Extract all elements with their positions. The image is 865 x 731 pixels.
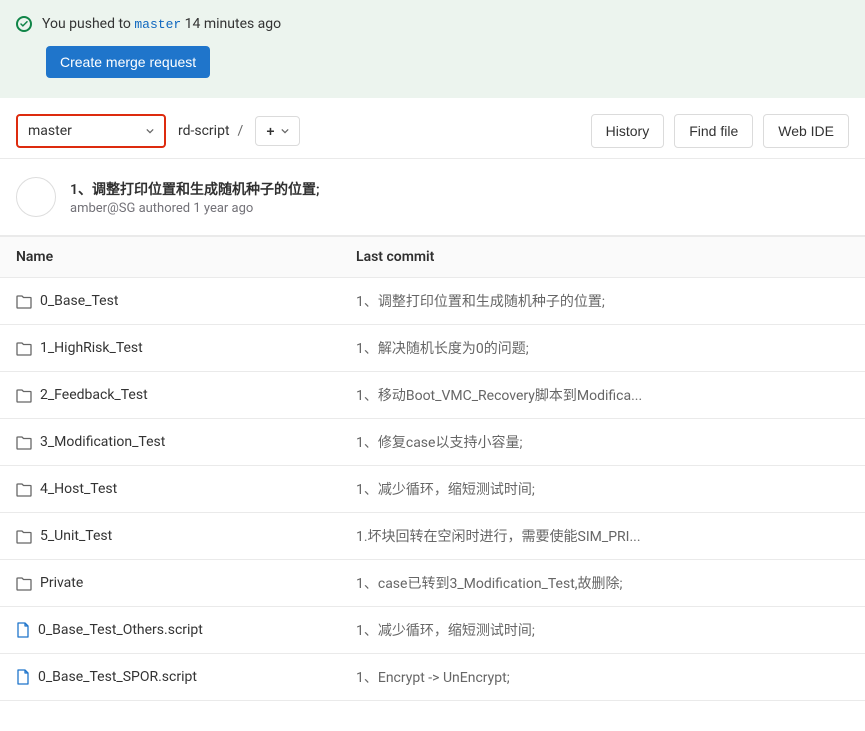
- file-name[interactable]: 5_Unit_Test: [40, 528, 112, 544]
- file-name[interactable]: 3_Modification_Test: [40, 434, 165, 450]
- branch-selector[interactable]: master: [16, 114, 166, 148]
- create-merge-request-button[interactable]: Create merge request: [46, 46, 210, 78]
- commit-info: 1、调整打印位置和生成随机种子的位置; amber@SG authored 1 …: [70, 179, 320, 216]
- table-row: 3_Modification_Test 1、修复case以支持小容量;: [0, 419, 865, 466]
- commit-message[interactable]: 1、调整打印位置和生成随机种子的位置;: [70, 179, 320, 199]
- table-row: 5_Unit_Test 1.坏块回转在空闲时进行，需要使能SIM_PRI...: [0, 513, 865, 560]
- last-commit-cell[interactable]: 1、减少循环，缩短测试时间;: [340, 466, 865, 513]
- folder-icon: [16, 577, 32, 590]
- last-commit-cell[interactable]: 1、case已转到3_Modification_Test,故删除;: [340, 560, 865, 607]
- table-row: 2_Feedback_Test 1、移动Boot_VMC_Recovery脚本到M…: [0, 372, 865, 419]
- last-commit-cell[interactable]: 1.坏块回转在空闲时进行，需要使能SIM_PRI...: [340, 513, 865, 560]
- file-name-cell: 0_Base_Test: [0, 278, 340, 325]
- nav-left: master rd-script / +: [16, 114, 300, 148]
- repository-nav: master rd-script / + History Find file W…: [0, 98, 865, 158]
- file-name-cell: 2_Feedback_Test: [0, 372, 340, 419]
- alert-text-suffix: 14 minutes ago: [181, 16, 281, 32]
- plus-icon: +: [266, 124, 274, 138]
- file-icon: [16, 622, 30, 638]
- file-name-cell: 0_Base_Test_SPOR.script: [0, 654, 340, 701]
- web-ide-button[interactable]: Web IDE: [763, 114, 849, 148]
- table-row: 1_HighRisk_Test 1、解决随机长度为0的问题;: [0, 325, 865, 372]
- last-commit-cell[interactable]: 1、修复case以支持小容量;: [340, 419, 865, 466]
- folder-icon: [16, 342, 32, 355]
- folder-icon: [16, 389, 32, 402]
- alert-text: You pushed to master 14 minutes ago: [42, 16, 281, 32]
- breadcrumb-separator: /: [238, 123, 244, 139]
- file-name[interactable]: Private: [40, 575, 83, 591]
- table-row: 4_Host_Test 1、减少循环，缩短测试时间;: [0, 466, 865, 513]
- push-alert-banner: You pushed to master 14 minutes ago Crea…: [0, 0, 865, 98]
- alert-text-prefix: You pushed to: [42, 16, 134, 32]
- last-commit-cell[interactable]: 1、移动Boot_VMC_Recovery脚本到Modifica...: [340, 372, 865, 419]
- branch-selector-label: master: [28, 123, 72, 139]
- file-name[interactable]: 0_Base_Test_Others.script: [38, 622, 203, 638]
- column-header-last-commit: Last commit: [340, 237, 865, 278]
- table-row: 0_Base_Test_Others.script 1、减少循环，缩短测试时间;: [0, 607, 865, 654]
- commit-meta-text: authored 1 year ago: [139, 201, 254, 216]
- folder-icon: [16, 530, 32, 543]
- table-row: 0_Base_Test 1、调整打印位置和生成随机种子的位置;: [0, 278, 865, 325]
- commit-meta: amber@SG authored 1 year ago: [70, 201, 320, 216]
- alert-branch-name[interactable]: master: [134, 17, 181, 32]
- chevron-down-icon: [146, 127, 154, 135]
- folder-icon: [16, 483, 32, 496]
- folder-icon: [16, 436, 32, 449]
- file-name-cell: 4_Host_Test: [0, 466, 340, 513]
- file-name[interactable]: 4_Host_Test: [40, 481, 117, 497]
- file-name-cell: 1_HighRisk_Test: [0, 325, 340, 372]
- table-row: Private 1、case已转到3_Modification_Test,故删除;: [0, 560, 865, 607]
- history-button[interactable]: History: [591, 114, 665, 148]
- column-header-name: Name: [0, 237, 340, 278]
- last-commit-cell[interactable]: 1、减少循环，缩短测试时间;: [340, 607, 865, 654]
- chevron-down-icon: [281, 127, 289, 135]
- latest-commit-header: 1、调整打印位置和生成随机种子的位置; amber@SG authored 1 …: [0, 158, 865, 236]
- file-table: Name Last commit 0_Base_Test 1、调整打印位置和生成随…: [0, 236, 865, 701]
- commit-author: amber@SG: [70, 201, 135, 216]
- file-name[interactable]: 2_Feedback_Test: [40, 387, 148, 403]
- file-name-cell: 5_Unit_Test: [0, 513, 340, 560]
- last-commit-cell[interactable]: 1、调整打印位置和生成随机种子的位置;: [340, 278, 865, 325]
- breadcrumb-root[interactable]: rd-script: [178, 123, 230, 139]
- file-name[interactable]: 1_HighRisk_Test: [40, 340, 143, 356]
- folder-icon: [16, 295, 32, 308]
- check-circle-icon: [16, 16, 32, 32]
- add-dropdown-button[interactable]: +: [255, 116, 299, 146]
- file-name-cell: Private: [0, 560, 340, 607]
- breadcrumb: rd-script /: [178, 123, 243, 139]
- last-commit-cell[interactable]: 1、Encrypt -> UnEncrypt;: [340, 654, 865, 701]
- file-name[interactable]: 0_Base_Test: [40, 293, 118, 309]
- table-row: 0_Base_Test_SPOR.script 1、Encrypt -> UnEn…: [0, 654, 865, 701]
- alert-message-row: You pushed to master 14 minutes ago: [16, 16, 849, 32]
- file-name[interactable]: 0_Base_Test_SPOR.script: [38, 669, 197, 685]
- file-name-cell: 0_Base_Test_Others.script: [0, 607, 340, 654]
- find-file-button[interactable]: Find file: [674, 114, 753, 148]
- file-icon: [16, 669, 30, 685]
- nav-right: History Find file Web IDE: [591, 114, 849, 148]
- avatar[interactable]: [16, 177, 56, 217]
- last-commit-cell[interactable]: 1、解决随机长度为0的问题;: [340, 325, 865, 372]
- file-name-cell: 3_Modification_Test: [0, 419, 340, 466]
